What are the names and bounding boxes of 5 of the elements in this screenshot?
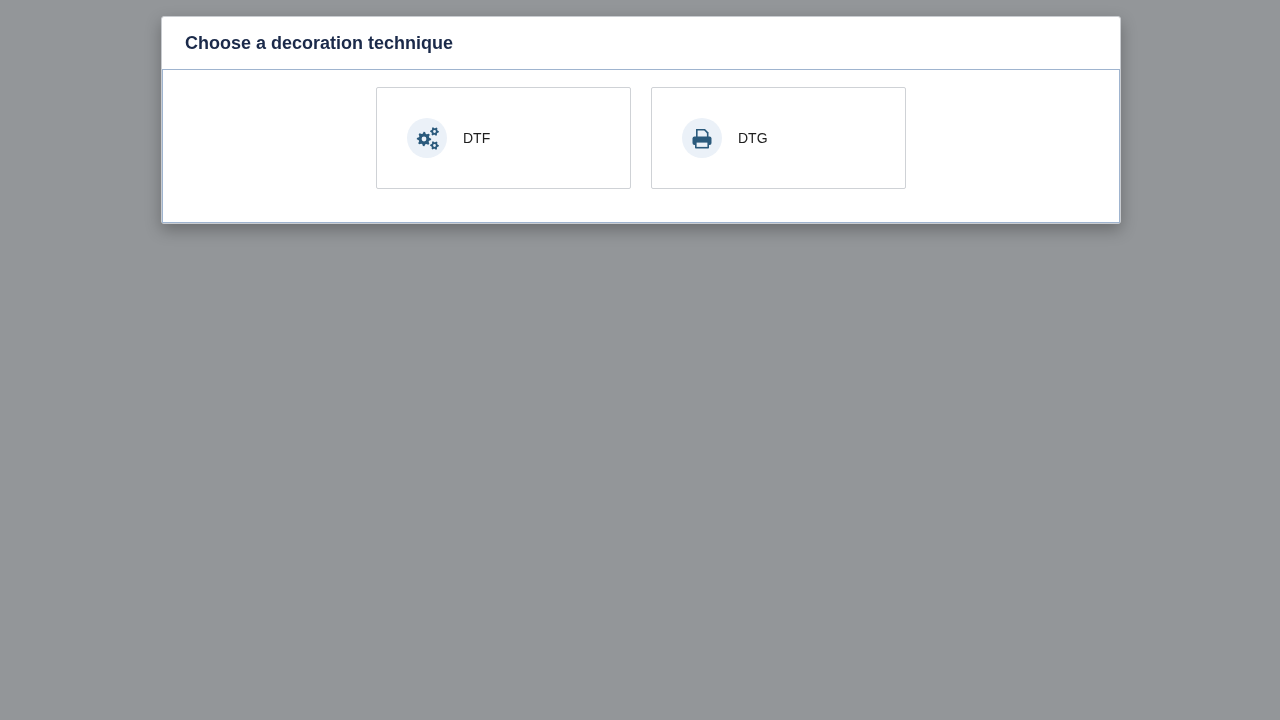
technique-card[interactable]: DTG — [651, 87, 906, 189]
printer-icon — [682, 118, 722, 158]
gears-icon — [407, 118, 447, 158]
technique-card[interactable]: DTF — [376, 87, 631, 189]
dialog-title: Choose a decoration technique — [185, 32, 454, 54]
